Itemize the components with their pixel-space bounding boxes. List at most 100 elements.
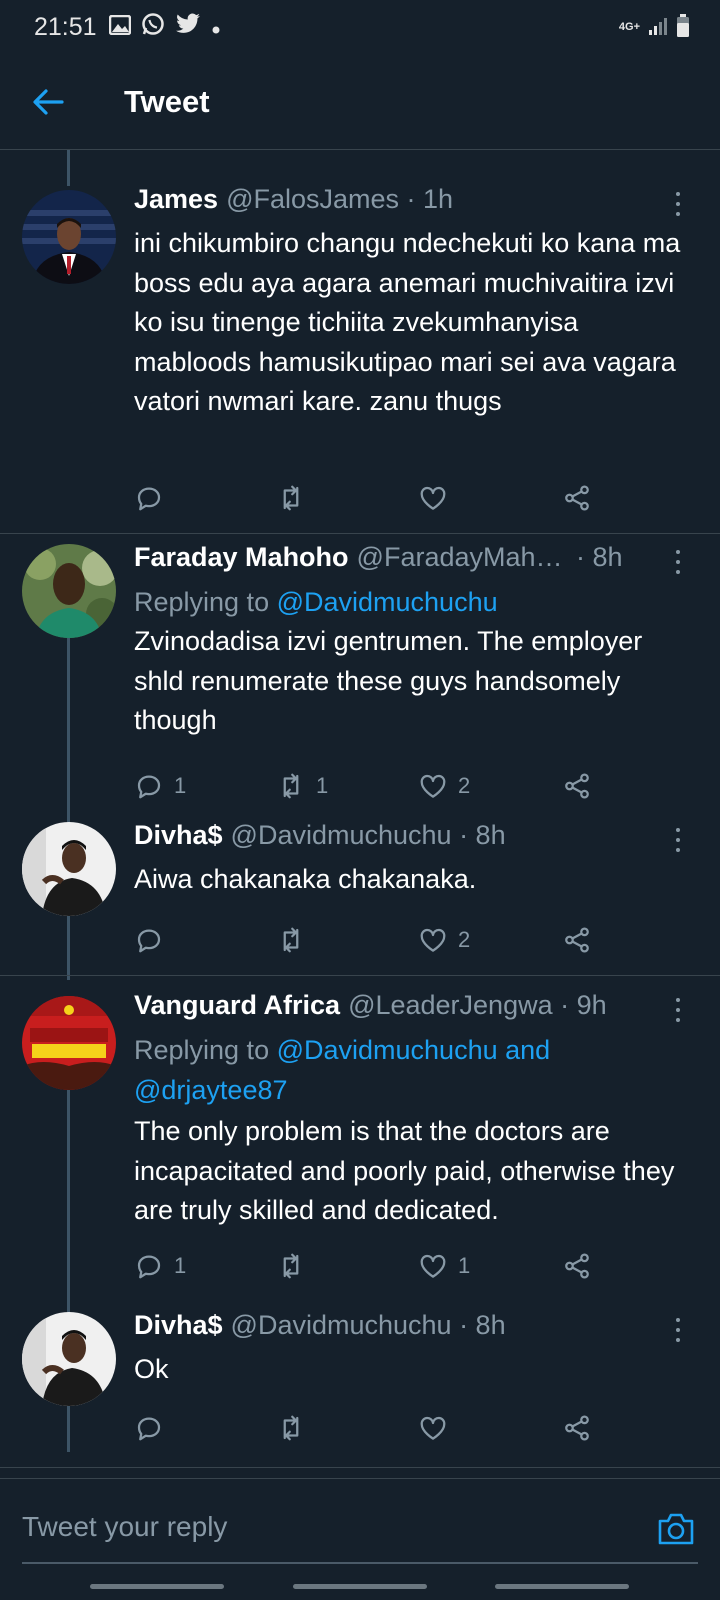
tweet-actions: 1 1 [134,1246,614,1286]
retweet-count: 1 [316,773,329,798]
reply-icon [137,1417,161,1441]
like-button[interactable]: 2 [418,920,470,960]
tweet-item[interactable]: Divha$ @Davidmuchuchu · 8h Ok [0,1304,720,1468]
more-options-button[interactable] [664,1314,692,1346]
tweet-actions: 2 [134,920,614,960]
back-button[interactable] [18,72,78,132]
nav-bar-pill [90,1584,224,1589]
tweet-actions [134,1408,614,1448]
page-title: Tweet [124,83,210,119]
twitter-icon [175,13,201,42]
tweet-thread[interactable]: James @FalosJames · 1h ini chikumbiro ch… [0,150,720,1478]
share-icon [565,1415,589,1441]
like-button[interactable]: 2 [418,766,470,806]
gallery-icon [108,13,131,42]
reply-button[interactable]: 1 [134,1246,186,1286]
author-name[interactable]: Divha$ [134,820,223,851]
retweet-button[interactable] [276,1408,316,1448]
retweet-button[interactable] [276,920,316,960]
app-header: Tweet [0,54,720,150]
tweet-text: Aiwa chakanaka chakanaka. [134,864,477,894]
heart-icon [420,1416,446,1440]
tweet-text: The only problem is that the doctors are… [134,1116,675,1225]
tweet-time: · 1h [399,184,454,214]
camera-icon [658,1513,694,1545]
retweet-button[interactable]: 1 [276,766,328,806]
retweet-button[interactable] [276,478,316,518]
reply-button[interactable] [134,920,174,960]
tweet-text: ini chikumbiro changu ndechekuti ko kana… [134,228,681,416]
author-name[interactable]: Divha$ [134,1310,223,1341]
battery-icon [676,13,690,41]
replying-to-link[interactable]: @Davidmuchuchu [277,587,498,617]
retweet-icon [283,485,299,511]
tweet-item[interactable]: Divha$ @Davidmuchuchu · 8h Aiwa chakanak… [0,814,720,976]
nav-bar-pill [293,1584,427,1589]
more-options-button[interactable] [664,824,692,856]
share-button[interactable] [562,766,592,806]
heart-icon [420,928,446,952]
author-handle[interactable]: @FaradayMah… [357,542,563,573]
share-icon [565,773,589,799]
reply-input-underline [22,1562,698,1564]
retweet-icon [283,1415,299,1441]
share-button[interactable] [562,920,592,960]
signal-icon [648,16,668,39]
camera-button[interactable] [656,1509,696,1549]
retweet-icon [283,927,299,953]
author-name[interactable]: Faraday Mahoho [134,542,349,573]
author-handle[interactable]: @Davidmuchuchu [231,1310,452,1341]
share-button[interactable] [562,1408,592,1448]
share-button[interactable] [562,1246,592,1286]
tweet-text: Ok [134,1354,169,1384]
more-options-button[interactable] [664,188,692,220]
avatar[interactable] [22,544,116,638]
reply-button[interactable] [134,1408,174,1448]
reply-composer: Tweet your reply [0,1478,720,1600]
heart-icon [420,486,446,510]
author-name[interactable]: James [134,184,218,215]
share-button[interactable] [562,478,592,518]
retweet-icon [283,773,299,799]
heart-icon [420,774,446,798]
author-name[interactable]: Vanguard Africa [134,990,340,1021]
author-handle[interactable]: @LeaderJengwa [348,990,553,1021]
reply-count: 1 [174,773,187,798]
share-icon [565,927,589,953]
tweet-item[interactable]: Vanguard Africa @LeaderJengwa · 9h Reply… [0,976,720,1304]
share-icon [565,485,589,511]
reply-button[interactable]: 1 [134,766,186,806]
tweet-item[interactable]: James @FalosJames · 1h ini chikumbiro ch… [0,150,720,534]
replying-to: Replying to @Davidmuchuchu and @drjaytee… [134,1035,551,1105]
reply-icon [137,775,161,799]
avatar[interactable] [22,190,116,284]
tweet-time: · 8h [451,820,506,850]
like-count: 2 [458,773,471,798]
like-button[interactable] [418,478,458,518]
avatar[interactable] [22,822,116,916]
more-options-button[interactable] [664,994,692,1026]
author-handle[interactable]: @Davidmuchuchu [231,820,452,851]
like-button[interactable]: 1 [418,1246,470,1286]
author-handle[interactable]: @FalosJames [226,184,399,215]
reply-count: 1 [174,1253,187,1278]
tweet-actions [134,478,614,518]
tweet-time: · 9h [552,990,607,1020]
reply-button[interactable] [134,478,174,518]
tweet-actions: 1 1 2 [134,766,614,806]
nav-bar-pill [495,1584,629,1589]
like-button[interactable] [418,1408,458,1448]
avatar[interactable] [22,996,116,1090]
status-time: 21:51 [34,12,97,41]
more-options-button[interactable] [664,546,692,578]
tweet-item[interactable]: Faraday Mahoho @FaradayMah… · 8h Replyin… [0,534,720,814]
retweet-button[interactable] [276,1246,316,1286]
like-count: 1 [458,1253,471,1278]
reply-input[interactable]: Tweet your reply [22,1505,642,1549]
whatsapp-icon [141,12,165,43]
tweet-time: · 8h [451,1310,506,1340]
reply-icon [137,929,161,953]
reply-icon [137,487,161,511]
avatar[interactable] [22,1312,116,1406]
network-type: 4G+ [618,21,640,33]
